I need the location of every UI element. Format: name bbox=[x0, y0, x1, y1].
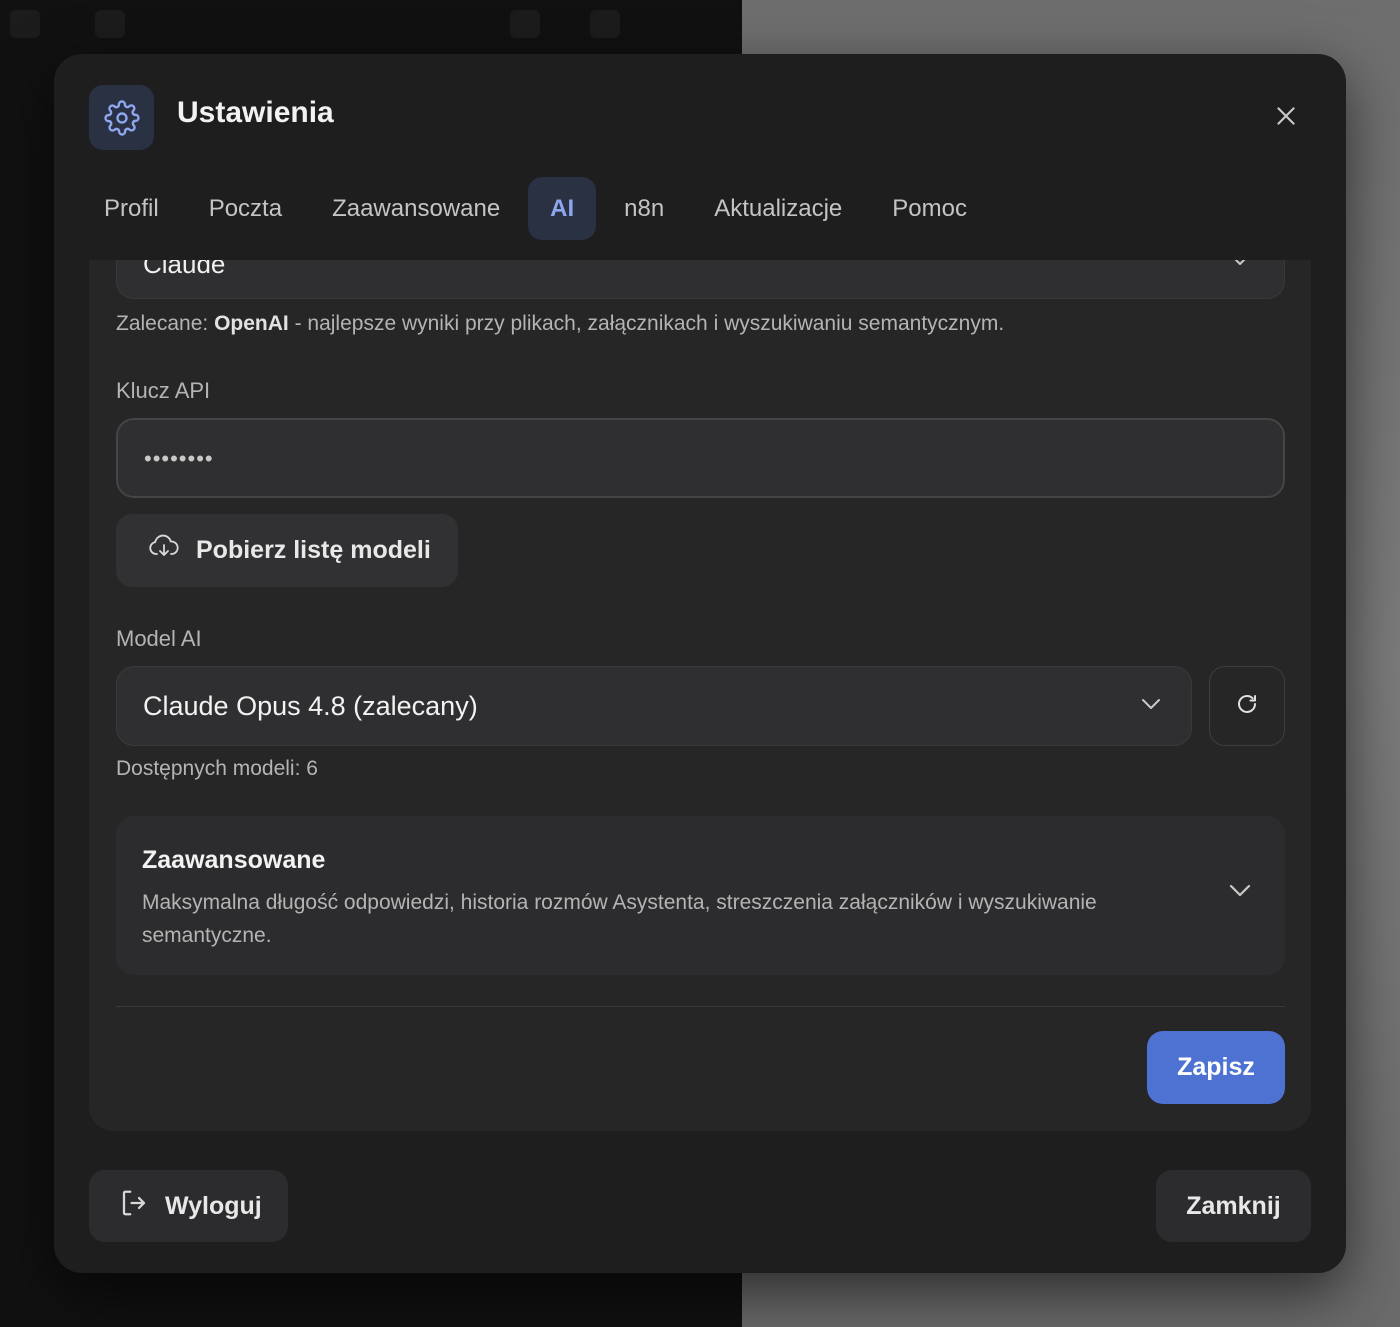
recommendation-provider: OpenAI bbox=[214, 312, 289, 335]
api-key-label: Klucz API bbox=[116, 378, 211, 403]
fetch-models-label: Pobierz listę modeli bbox=[196, 536, 431, 564]
advanced-description: Maksymalna długość odpowiedzi, historia … bbox=[142, 891, 1097, 947]
model-select-value: Claude Opus 4.8 (zalecany) bbox=[143, 691, 478, 721]
dialog-title: Ustawienia bbox=[177, 96, 334, 129]
recommendation-prefix: Zalecane: bbox=[116, 312, 215, 335]
refresh-icon bbox=[1235, 692, 1259, 721]
tab-profil[interactable]: Profil bbox=[89, 177, 184, 240]
backdrop-shape bbox=[95, 10, 125, 38]
recommendation-rest: - najlepsze wyniki przy plikach, załączn… bbox=[288, 312, 1005, 335]
refresh-models-button[interactable] bbox=[1209, 666, 1285, 746]
settings-dialog: Ustawienia Profil Poczta Zaawansowane AI… bbox=[54, 54, 1346, 1273]
model-select[interactable]: Claude Opus 4.8 (zalecany) bbox=[116, 666, 1192, 746]
logout-label: Wyloguj bbox=[165, 1191, 262, 1220]
gear-icon bbox=[89, 85, 154, 150]
chevron-down-icon bbox=[1141, 697, 1161, 715]
provider-select-value: Claude bbox=[143, 260, 226, 279]
chevron-down-icon bbox=[1229, 884, 1251, 903]
cloud-download-icon bbox=[148, 533, 180, 568]
tab-n8n[interactable]: n8n bbox=[599, 177, 689, 240]
close-icon[interactable] bbox=[1270, 100, 1302, 132]
advanced-section-toggle[interactable]: Zaawansowane Maksymalna długość odpowied… bbox=[116, 816, 1285, 975]
logout-button[interactable]: Wyloguj bbox=[89, 1170, 288, 1242]
chevron-down-icon bbox=[1230, 260, 1250, 271]
tab-poczta[interactable]: Poczta bbox=[184, 177, 307, 240]
advanced-title: Zaawansowane bbox=[142, 846, 326, 874]
tab-zaawansowane[interactable]: Zaawansowane bbox=[307, 177, 525, 240]
backdrop-shape bbox=[590, 10, 620, 38]
save-button[interactable]: Zapisz bbox=[1147, 1031, 1285, 1104]
ai-settings-panel: Claude Zalecane: OpenAI - najlepsze wyni… bbox=[89, 260, 1311, 1131]
settings-tabs: Profil Poczta Zaawansowane AI n8n Aktual… bbox=[89, 177, 992, 240]
provider-recommendation: Zalecane: OpenAI - najlepsze wyniki przy… bbox=[116, 312, 1004, 336]
tab-ai[interactable]: AI bbox=[528, 177, 597, 240]
tab-aktualizacje[interactable]: Aktualizacje bbox=[689, 177, 867, 240]
divider bbox=[116, 1006, 1285, 1007]
model-label: Model AI bbox=[116, 626, 202, 651]
logout-icon bbox=[119, 1188, 149, 1225]
close-button[interactable]: Zamknij bbox=[1156, 1170, 1311, 1242]
api-key-input[interactable]: •••••••• bbox=[116, 418, 1285, 498]
backdrop-shape bbox=[510, 10, 540, 38]
fetch-models-button[interactable]: Pobierz listę modeli bbox=[116, 514, 458, 587]
provider-select[interactable]: Claude bbox=[116, 260, 1285, 299]
tab-pomoc[interactable]: Pomoc bbox=[867, 177, 992, 240]
models-count: Dostępnych modeli: 6 bbox=[116, 757, 318, 780]
backdrop-shape bbox=[10, 10, 40, 38]
